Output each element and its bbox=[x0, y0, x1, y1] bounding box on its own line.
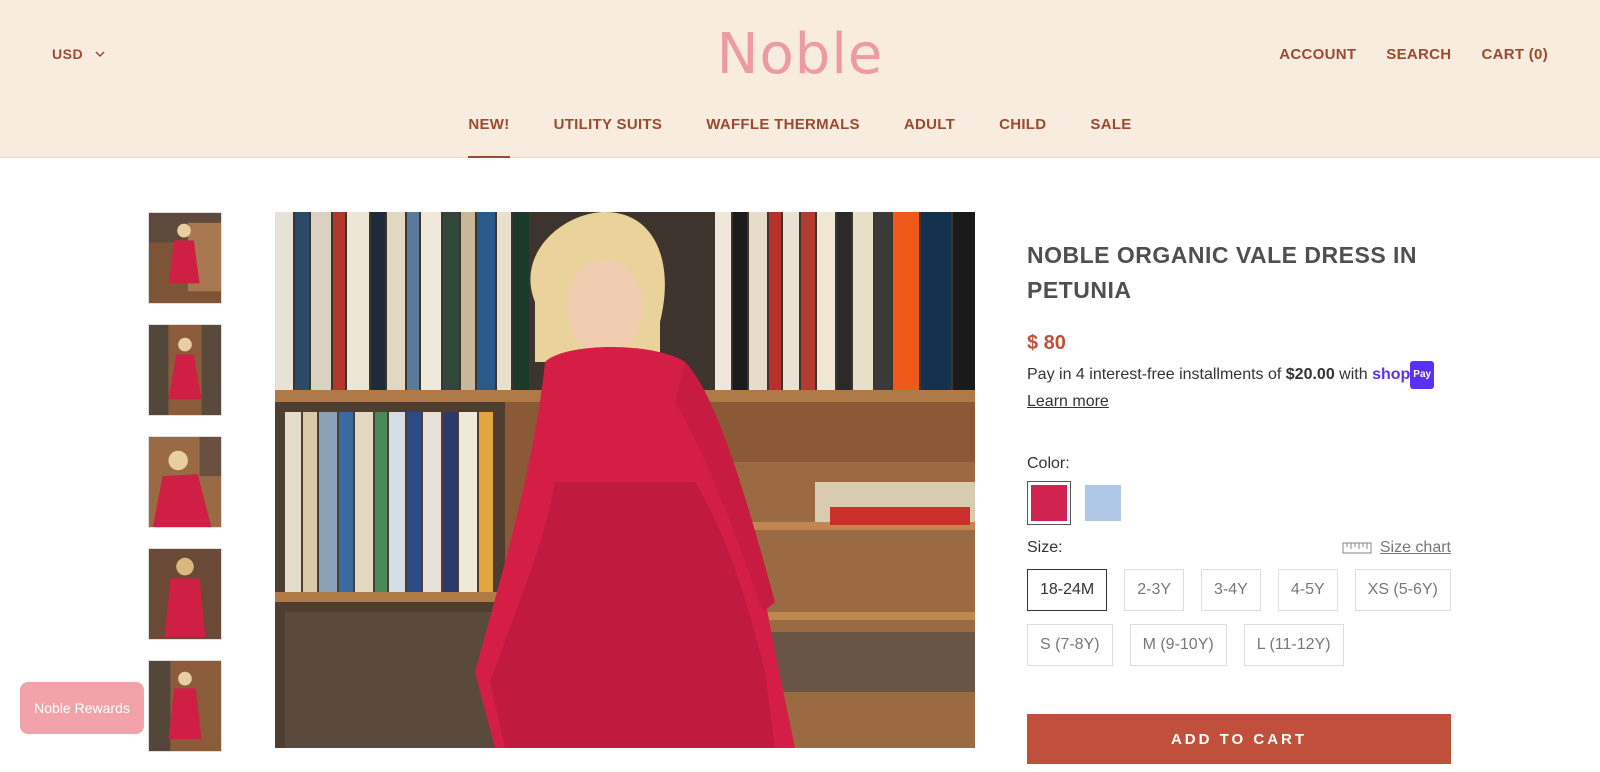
nav-item-waffle-thermals[interactable]: WAFFLE THERMALS bbox=[706, 116, 860, 158]
size-option-4-5y[interactable]: 4-5Y bbox=[1277, 569, 1338, 611]
installments-prefix: Pay in 4 interest-free installments of bbox=[1027, 366, 1286, 383]
ruler-icon bbox=[1342, 542, 1372, 554]
color-label: Color: bbox=[1027, 455, 1070, 472]
learn-more-link[interactable]: Learn more bbox=[1027, 393, 1109, 410]
shop-pay-brand: shop bbox=[1372, 366, 1411, 383]
product-title: NOBLE ORGANIC VALE DRESS IN PETUNIA bbox=[1027, 242, 1418, 303]
product-price: $ 80 bbox=[1027, 332, 1066, 354]
size-row: Size: Size chart bbox=[1027, 539, 1451, 557]
header-links: ACCOUNT SEARCH CART (0) bbox=[1279, 46, 1548, 63]
size-option-18-24m[interactable]: 18-24M bbox=[1027, 569, 1108, 611]
nav-item-sale[interactable]: SALE bbox=[1090, 116, 1131, 158]
nav-item-utility-suits[interactable]: UTILITY SUITS bbox=[554, 116, 663, 158]
installments-text: Pay in 4 interest-free installments of $… bbox=[1027, 361, 1451, 415]
size-chart-label: Size chart bbox=[1379, 539, 1451, 556]
site-header: USD Noble ACCOUNT SEARCH CART (0) NEW! U… bbox=[0, 0, 1600, 158]
size-option-m[interactable]: M (9-10Y) bbox=[1129, 624, 1227, 666]
shop-pay-logo: shop Pay bbox=[1372, 361, 1435, 389]
color-swatches bbox=[1027, 481, 1451, 525]
product-info: NOBLE ORGANIC VALE DRESS IN PETUNIA $ 80… bbox=[1027, 238, 1451, 764]
thumbnail-gallery bbox=[148, 212, 222, 772]
product-thumbnail[interactable] bbox=[148, 436, 222, 528]
account-link[interactable]: ACCOUNT bbox=[1279, 46, 1356, 63]
main-nav: NEW! UTILITY SUITS WAFFLE THERMALS ADULT… bbox=[0, 116, 1600, 158]
product-main-image[interactable] bbox=[275, 212, 975, 748]
product-thumbnail[interactable] bbox=[148, 548, 222, 640]
nav-item-child[interactable]: CHILD bbox=[999, 116, 1046, 158]
color-swatch-blue[interactable] bbox=[1081, 481, 1125, 525]
size-label: Size: bbox=[1027, 539, 1063, 556]
cart-link[interactable]: CART (0) bbox=[1481, 46, 1548, 63]
shop-pay-badge: Pay bbox=[1410, 361, 1435, 389]
installments-suffix: with bbox=[1334, 366, 1373, 383]
size-option-3-4y[interactable]: 3-4Y bbox=[1201, 569, 1261, 611]
product-thumbnail[interactable] bbox=[148, 324, 222, 416]
nav-item-adult[interactable]: ADULT bbox=[904, 116, 955, 158]
size-option-2-3y[interactable]: 2-3Y bbox=[1124, 569, 1185, 611]
color-swatch-petunia[interactable] bbox=[1027, 481, 1071, 525]
size-option-l[interactable]: L (11-12Y) bbox=[1243, 624, 1344, 666]
search-link[interactable]: SEARCH bbox=[1386, 46, 1451, 63]
installments-amount: $20.00 bbox=[1285, 366, 1335, 383]
size-chart-link[interactable]: Size chart bbox=[1342, 539, 1451, 557]
add-to-cart-button[interactable]: ADD TO CART bbox=[1027, 714, 1451, 764]
nav-item-new[interactable]: NEW! bbox=[468, 116, 510, 158]
product-thumbnail[interactable] bbox=[148, 212, 222, 304]
size-option-xs[interactable]: XS (5-6Y) bbox=[1354, 569, 1451, 611]
product-thumbnail[interactable] bbox=[148, 660, 222, 752]
size-option-s[interactable]: S (7-8Y) bbox=[1027, 624, 1113, 666]
size-options: 18-24M 2-3Y 3-4Y 4-5Y XS (5-6Y) S (7-8Y)… bbox=[1027, 569, 1467, 666]
rewards-button[interactable]: Noble Rewards bbox=[20, 682, 144, 734]
